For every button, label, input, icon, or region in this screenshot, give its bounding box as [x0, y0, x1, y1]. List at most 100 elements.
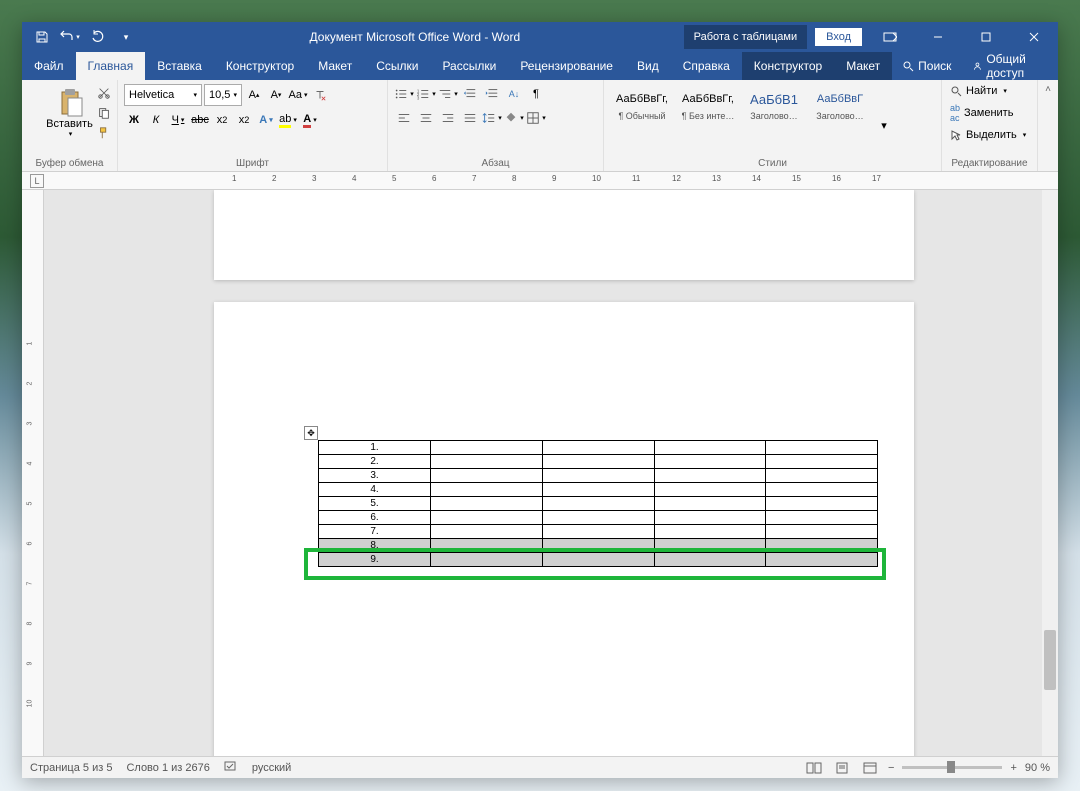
tab-insert[interactable]: Вставка	[145, 52, 214, 80]
clear-formatting-button[interactable]	[310, 85, 330, 105]
tell-me-search[interactable]: Поиск	[892, 52, 961, 80]
ribbon-display-button[interactable]	[870, 23, 910, 51]
underline-button[interactable]: Ч▾	[168, 110, 188, 130]
spellcheck-icon[interactable]	[224, 760, 238, 775]
bold-button[interactable]: Ж	[124, 110, 144, 130]
zoom-slider[interactable]	[902, 766, 1002, 769]
titlebar: ▾ ▾ Документ Microsoft Office Word - Wor…	[22, 22, 1058, 52]
style-heading1[interactable]: АаБбВ1Заголово…	[742, 84, 806, 167]
document-canvas[interactable]: ✥ 1. 2. 3. 4. 5. 6. 7. 8. 9.	[44, 190, 1058, 756]
bullets-button[interactable]: ▾	[394, 84, 414, 104]
tab-mailings[interactable]: Рассылки	[430, 52, 508, 80]
save-button[interactable]	[30, 25, 54, 49]
shrink-font-button[interactable]: A▾	[266, 85, 286, 105]
font-group: Helvetica▾ 10,5▾ A▴ A▾ Aa▾ Ж К Ч▾ abc x2…	[118, 80, 388, 171]
vertical-scrollbar[interactable]	[1042, 190, 1058, 756]
sort-button[interactable]: A↓	[504, 84, 524, 104]
increase-indent-button[interactable]	[482, 84, 502, 104]
multilevel-list-button[interactable]: ▾	[438, 84, 458, 104]
numbering-button[interactable]: 123▾	[416, 84, 436, 104]
style-heading2[interactable]: АаБбВвГЗаголово…	[808, 84, 872, 167]
replace-button[interactable]: abacЗаменить	[946, 100, 1033, 126]
subscript-button[interactable]: x2	[212, 110, 232, 130]
window-title: Документ Microsoft Office Word - Word	[146, 30, 684, 44]
superscript-button[interactable]: x2	[234, 110, 254, 130]
zoom-level[interactable]: 90 %	[1025, 762, 1050, 774]
login-button[interactable]: Вход	[815, 28, 862, 46]
zoom-out-button[interactable]: −	[888, 762, 894, 774]
italic-button[interactable]: К	[146, 110, 166, 130]
share-button[interactable]: Общий доступ	[961, 52, 1058, 80]
highlight-button[interactable]: ab▾	[278, 110, 298, 130]
style-no-spacing[interactable]: АаБбВвГг,¶ Без инте…	[676, 84, 740, 167]
statusbar: Страница 5 из 5 Слово 1 из 2676 русский …	[22, 756, 1058, 778]
tab-review[interactable]: Рецензирование	[508, 52, 625, 80]
select-button[interactable]: Выделить▾	[946, 126, 1033, 144]
tab-layout[interactable]: Макет	[306, 52, 364, 80]
table-row: 3.	[319, 469, 878, 483]
web-layout-button[interactable]	[860, 760, 880, 776]
align-right-button[interactable]	[438, 108, 458, 128]
tab-file[interactable]: Файл	[22, 52, 76, 80]
close-button[interactable]	[1014, 23, 1054, 51]
find-button[interactable]: Найти▾	[946, 82, 1033, 100]
previous-page	[214, 190, 914, 280]
ribbon-tabs: Файл Главная Вставка Конструктор Макет С…	[22, 52, 1058, 80]
align-center-button[interactable]	[416, 108, 436, 128]
collapse-ribbon-button[interactable]: ˄	[1038, 80, 1058, 171]
clipboard-label: Буфер обмена	[22, 156, 117, 171]
maximize-button[interactable]	[966, 23, 1006, 51]
table-row: 9.	[319, 553, 878, 567]
tab-design[interactable]: Конструктор	[214, 52, 306, 80]
copy-button[interactable]	[95, 104, 113, 122]
undo-button[interactable]: ▾	[58, 25, 82, 49]
text-effects-button[interactable]: A▾	[256, 110, 276, 130]
align-left-button[interactable]	[394, 108, 414, 128]
line-spacing-button[interactable]: ▾	[482, 108, 502, 128]
tab-references[interactable]: Ссылки	[364, 52, 430, 80]
show-marks-button[interactable]: ¶	[526, 84, 546, 104]
read-mode-button[interactable]	[804, 760, 824, 776]
style-normal[interactable]: АаБбВвГг,¶ Обычный	[610, 84, 674, 167]
styles-more-button[interactable]: ▾	[874, 116, 894, 136]
tab-home[interactable]: Главная	[76, 52, 146, 80]
table-move-handle[interactable]: ✥	[304, 426, 318, 440]
justify-button[interactable]	[460, 108, 480, 128]
tab-view[interactable]: Вид	[625, 52, 671, 80]
font-name-combo[interactable]: Helvetica▾	[124, 84, 202, 106]
format-painter-button[interactable]	[95, 124, 113, 142]
tab-help[interactable]: Справка	[671, 52, 742, 80]
table-row: 2.	[319, 455, 878, 469]
font-label: Шрифт	[118, 156, 387, 171]
borders-button[interactable]: ▾	[526, 108, 546, 128]
editing-group: Найти▾ abacЗаменить Выделить▾ Редактиров…	[942, 80, 1038, 171]
tab-table-layout[interactable]: Макет	[834, 52, 892, 80]
zoom-in-button[interactable]: +	[1010, 762, 1016, 774]
tab-table-design[interactable]: Конструктор	[742, 52, 834, 80]
word-count[interactable]: Слово 1 из 2676	[126, 762, 209, 774]
page-status[interactable]: Страница 5 из 5	[30, 762, 112, 774]
vertical-ruler[interactable]: 1 2 3 4 5 6 7 8 9 10	[22, 190, 44, 756]
minimize-button[interactable]	[918, 23, 958, 51]
change-case-button[interactable]: Aa▾	[288, 85, 308, 105]
horizontal-ruler[interactable]: 1234567891011121314151617	[22, 172, 1058, 190]
grow-font-button[interactable]: A▴	[244, 85, 264, 105]
table-row: 1.	[319, 441, 878, 455]
font-size-combo[interactable]: 10,5▾	[204, 84, 242, 106]
table-row: 5.	[319, 497, 878, 511]
strike-button[interactable]: abc	[190, 110, 210, 130]
qat-customize[interactable]: ▾	[114, 25, 138, 49]
table-row: 6.	[319, 511, 878, 525]
scroll-thumb[interactable]	[1044, 630, 1056, 690]
redo-button[interactable]	[86, 25, 110, 49]
print-layout-button[interactable]	[832, 760, 852, 776]
cut-button[interactable]	[95, 84, 113, 102]
quick-access-toolbar: ▾ ▾	[22, 25, 146, 49]
paragraph-label: Абзац	[388, 156, 603, 171]
document-table[interactable]: 1. 2. 3. 4. 5. 6. 7. 8. 9.	[318, 440, 878, 567]
font-color-button[interactable]: A▾	[300, 110, 320, 130]
shading-button[interactable]: ▾	[504, 108, 524, 128]
language-status[interactable]: русский	[252, 762, 291, 774]
ribbon: Вставить ▾ Буфер обмена Helvetica▾ 10,5▾…	[22, 80, 1058, 172]
decrease-indent-button[interactable]	[460, 84, 480, 104]
